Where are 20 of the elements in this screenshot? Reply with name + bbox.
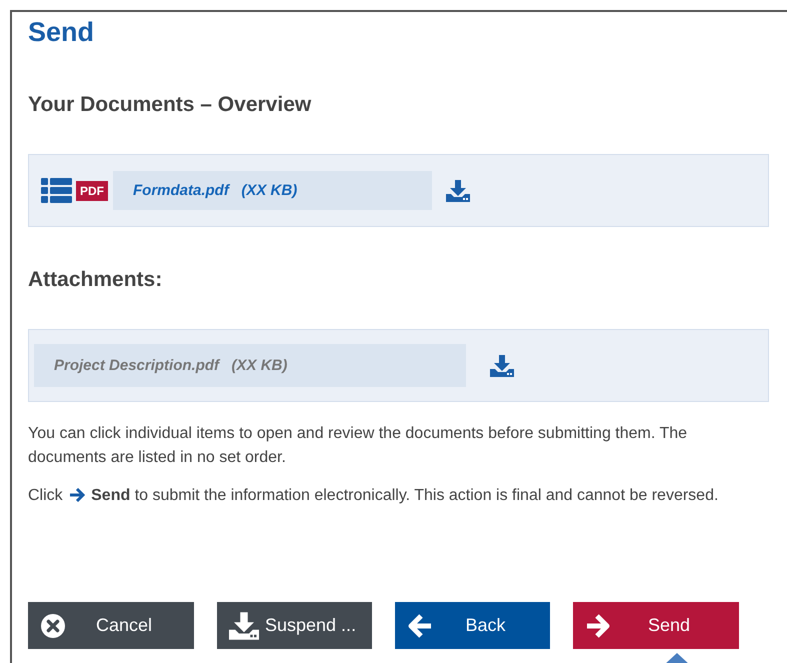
section-heading: Your Documents – Overview [28,92,312,118]
download-icon[interactable] [490,354,514,376]
section-heading: Attachments: [28,267,164,293]
back-button[interactable]: Back [395,602,550,649]
arrow-right-icon [68,488,85,502]
download-icon[interactable] [446,180,470,202]
suspend-button[interactable]: Suspend ... [217,602,372,649]
arrow-left-icon [407,612,433,638]
cancel-button[interactable]: Cancel [28,602,194,649]
arrow-right-icon [585,612,611,638]
file-link[interactable]: Formdata.pdf (XX KB) [113,171,432,210]
instruction-text: Click [28,487,63,504]
send-button[interactable]: Send [573,602,739,649]
instruction-text: You can click individual items to open and review the documents before submitting them. The documents are listed in no set order. [28,424,688,468]
download-icon [229,612,259,640]
list-icon[interactable] [41,178,72,203]
close-icon [40,612,66,638]
pdf-badge: PDF [76,180,108,200]
page-title: Send [28,16,96,48]
instruction-text: Send to submit the information electronically. This action is final and cannot be reversed. [91,487,718,504]
